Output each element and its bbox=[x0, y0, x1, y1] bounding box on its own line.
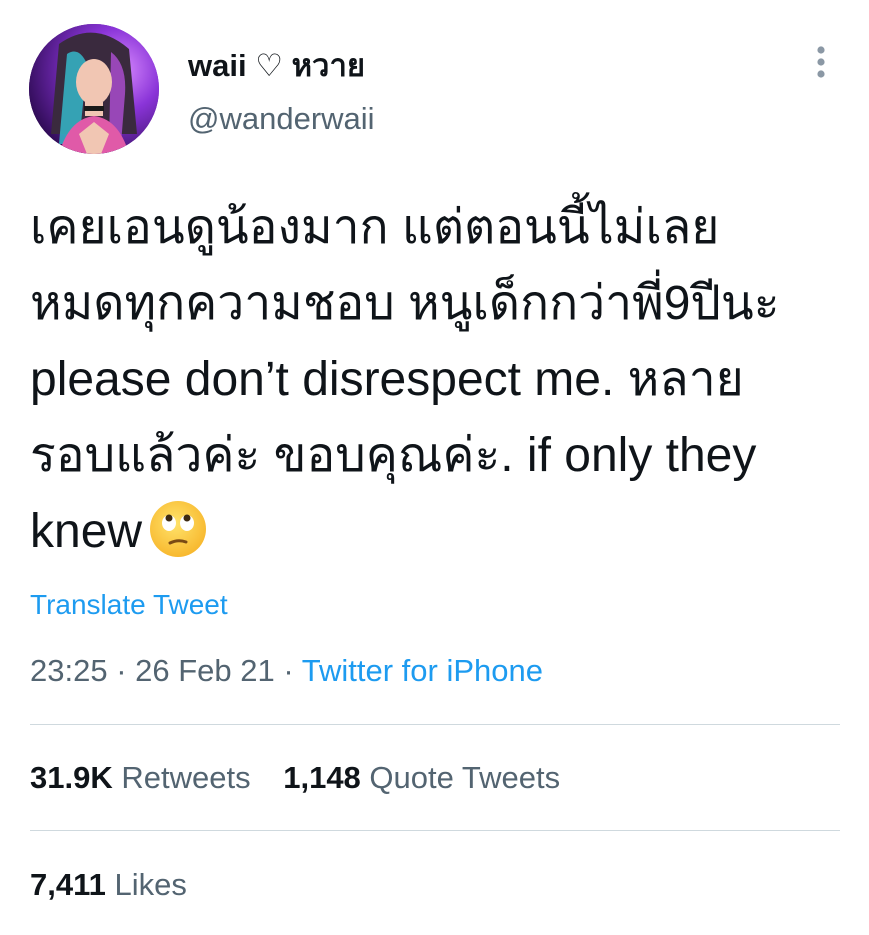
display-name[interactable]: waii ♡ หวาย bbox=[188, 40, 365, 90]
tweet-time[interactable]: 23:25 bbox=[30, 653, 108, 688]
tweet-date[interactable]: 26 Feb 21 bbox=[135, 653, 275, 688]
meta-separator: · bbox=[116, 653, 127, 688]
meta-separator: · bbox=[283, 653, 294, 688]
tweet-text-line: เคยเอนดูน้องมาก แต่ตอนนี้ไม่เลย bbox=[30, 201, 720, 254]
likes-stat[interactable]: 7,411 Likes bbox=[30, 867, 187, 903]
more-vertical-icon[interactable] bbox=[806, 42, 836, 82]
divider bbox=[30, 724, 840, 725]
tweet-detail: waii ♡ หวาย @wanderwaii เคยเอนดูน้องมาก … bbox=[0, 0, 869, 935]
tweet-text-line: knew bbox=[30, 505, 143, 558]
divider bbox=[30, 830, 840, 831]
rolling-eyes-emoji bbox=[150, 501, 207, 557]
tweet-text-last-line: knew bbox=[30, 494, 840, 570]
avatar-image bbox=[29, 24, 159, 154]
tweet-text-line: หมดทุกความชอบ หนูเด็กกว่าพี่9ปีนะ bbox=[30, 277, 780, 330]
quote-tweets-stat[interactable]: 1,148 Quote Tweets bbox=[283, 760, 560, 795]
retweets-count: 31.9K bbox=[30, 760, 113, 795]
quote-tweets-count: 1,148 bbox=[283, 760, 361, 795]
retweets-label: Retweets bbox=[121, 760, 251, 795]
likes-count: 7,411 bbox=[30, 867, 106, 902]
tweet-meta: 23:25 · 26 Feb 21 · Twitter for iPhone bbox=[30, 653, 543, 689]
tweet-text-line: รอบแล้วค่ะ ขอบคุณค่ะ. if only they bbox=[30, 429, 757, 482]
quote-tweets-label: Quote Tweets bbox=[369, 760, 561, 795]
retweets-stat[interactable]: 31.9K Retweets bbox=[30, 760, 251, 795]
engagement-stats: 31.9K Retweets 1,148 Quote Tweets bbox=[30, 760, 584, 796]
tweet-source-link[interactable]: Twitter for iPhone bbox=[302, 653, 543, 688]
avatar[interactable] bbox=[29, 24, 159, 154]
user-handle[interactable]: @wanderwaii bbox=[188, 101, 375, 137]
translate-tweet-link[interactable]: Translate Tweet bbox=[30, 589, 228, 621]
tweet-text: เคยเอนดูน้องมาก แต่ตอนนี้ไม่เลย หมดทุกคว… bbox=[30, 190, 840, 570]
tweet-text-line: please don’t disrespect me. หลาย bbox=[30, 353, 744, 406]
likes-label: Likes bbox=[114, 867, 187, 902]
